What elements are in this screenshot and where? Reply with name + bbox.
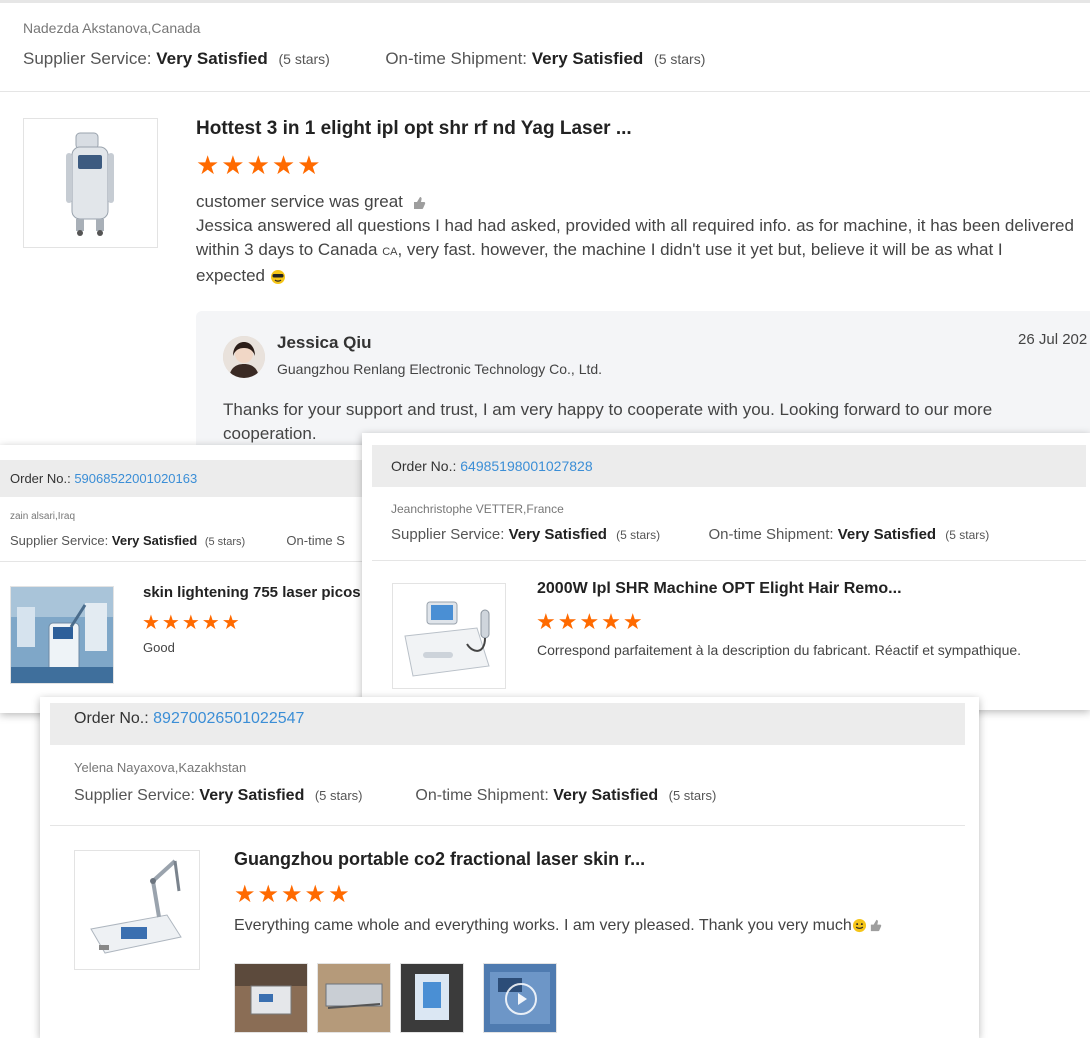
divider [50, 825, 965, 826]
order-number-link[interactable]: 64985198001027828 [460, 458, 592, 474]
supplier-reply: Jessica Qiu Guangzhou Renlang Electronic… [196, 311, 1090, 445]
product-title[interactable]: 2000W Ipl SHR Machine OPT Elight Hair Re… [537, 580, 902, 598]
rating-summary: Supplier Service: Very Satisfied (5 star… [74, 787, 716, 805]
review-comment: Everything came whole and everything wor… [234, 917, 882, 935]
shipment-value: Very Satisfied [531, 49, 644, 68]
supplier-service-value: Very Satisfied [156, 49, 268, 68]
supplier-service-label: Supplier Service: [391, 526, 505, 543]
supplier-service-stars: (5 stars) [278, 51, 330, 67]
order-number: Order No.: 89270026501022547 [74, 710, 304, 728]
product-thumbnail[interactable] [392, 583, 506, 689]
supplier-service-stars: (5 stars) [314, 788, 363, 803]
product-thumbnail[interactable] [10, 586, 114, 684]
shipment-stars: (5 stars) [945, 528, 990, 542]
supplier-service-value: Very Satisfied [199, 787, 305, 804]
reply-date: 26 Jul 202 [1018, 331, 1088, 348]
review-comment-text: Everything came whole and everything wor… [234, 917, 852, 934]
smile-emoji-icon [852, 918, 867, 933]
supplier-service-label: Supplier Service: [10, 533, 109, 548]
shipment-label: On-time S [286, 533, 345, 548]
co2-laser-image [75, 851, 199, 969]
supplier-service-stars: (5 stars) [204, 536, 246, 548]
star-rating: ★★★★★ [142, 612, 242, 634]
supplier-service-value: Very Satisfied [111, 533, 198, 548]
review-card-4: Order No.: 89270026501022547 Yelena Naya… [40, 697, 979, 1038]
shipment-stars: (5 stars) [654, 51, 706, 67]
reviewer-name: Yelena Nayaxova,Kazakhstan [74, 760, 247, 775]
supplier-service-label: Supplier Service: [74, 787, 195, 804]
comment-headline-text: customer service was great [196, 192, 403, 211]
review-photo[interactable] [317, 963, 391, 1033]
star-rating: ★★★★★ [536, 609, 645, 634]
avatar [223, 336, 265, 378]
star-rating: ★★★★★ [196, 150, 323, 180]
shipment-label: On-time Shipment: [415, 787, 549, 804]
order-number-link[interactable]: 59068522001020163 [74, 471, 197, 486]
order-number: Order No.: 64985198001027828 [391, 458, 593, 474]
top-edge [0, 0, 1090, 3]
product-title[interactable]: Hottest 3 in 1 elight ipl opt shr rf nd … [196, 118, 632, 140]
review-photo-image [235, 964, 307, 1032]
review-comment-body: Jessica answered all questions I had had… [196, 214, 1076, 288]
review-photo-image [401, 964, 463, 1032]
picosecond-laser-image [11, 587, 113, 683]
supplier-service-label: Supplier Service: [23, 49, 152, 68]
divider [372, 560, 1086, 561]
reviewer-name: zain alsari,Iraq [10, 511, 76, 522]
product-title[interactable]: skin lightening 755 laser picos [143, 584, 361, 601]
sunglasses-emoji-icon [270, 269, 286, 285]
review-photo[interactable] [234, 963, 308, 1033]
reviewer-name: Nadezda Akstanova,Canada [23, 20, 201, 36]
review-photo-image [318, 964, 390, 1032]
reply-author: Jessica Qiu [277, 333, 372, 352]
order-number: Order No.: 59068522001020163 [10, 471, 197, 486]
play-icon[interactable] [505, 983, 537, 1015]
review-card-1: Nadezda Akstanova,Canada Supplier Servic… [0, 0, 1090, 445]
review-comment: Good [143, 640, 175, 655]
rating-summary: Supplier Service: Very Satisfied (5 star… [10, 533, 345, 548]
order-label: Order No.: [74, 710, 149, 727]
shipment-value: Very Satisfied [553, 787, 659, 804]
review-video[interactable] [483, 963, 557, 1033]
supplier-service-value: Very Satisfied [508, 526, 607, 543]
review-card-3: Order No.: 64985198001027828 Jeanchristo… [362, 433, 1090, 710]
product-title[interactable]: Guangzhou portable co2 fractional laser … [234, 849, 645, 870]
supplier-service-stars: (5 stars) [616, 528, 661, 542]
divider [0, 91, 1090, 92]
shipment-stars: (5 stars) [668, 788, 717, 803]
product-thumbnail[interactable] [74, 850, 200, 970]
ipl-machine-image [24, 119, 157, 247]
review-comment-headline: customer service was great [196, 192, 426, 212]
order-label: Order No.: [10, 471, 71, 486]
rating-summary: Supplier Service: Very Satisfied (5 star… [391, 526, 989, 543]
country-code: CA [382, 246, 398, 258]
reviewer-name: Jeanchristophe VETTER,France [391, 502, 564, 516]
ipl-shr-machine-image [393, 584, 505, 688]
review-comment: Correspond parfaitement à la description… [537, 642, 1022, 658]
product-thumbnail[interactable] [23, 118, 158, 248]
review-photo[interactable] [400, 963, 464, 1033]
shipment-label: On-time Shipment: [385, 49, 528, 68]
order-label: Order No.: [391, 458, 457, 474]
shipment-value: Very Satisfied [837, 526, 937, 543]
thumbs-up-icon [412, 196, 426, 210]
reply-company: Guangzhou Renlang Electronic Technology … [277, 361, 603, 377]
shipment-label: On-time Shipment: [708, 526, 834, 543]
thumbs-up-icon [869, 919, 882, 932]
star-rating: ★★★★★ [234, 881, 352, 908]
rating-summary: Supplier Service: Very Satisfied (5 star… [23, 49, 705, 69]
order-number-link[interactable]: 89270026501022547 [153, 710, 304, 727]
